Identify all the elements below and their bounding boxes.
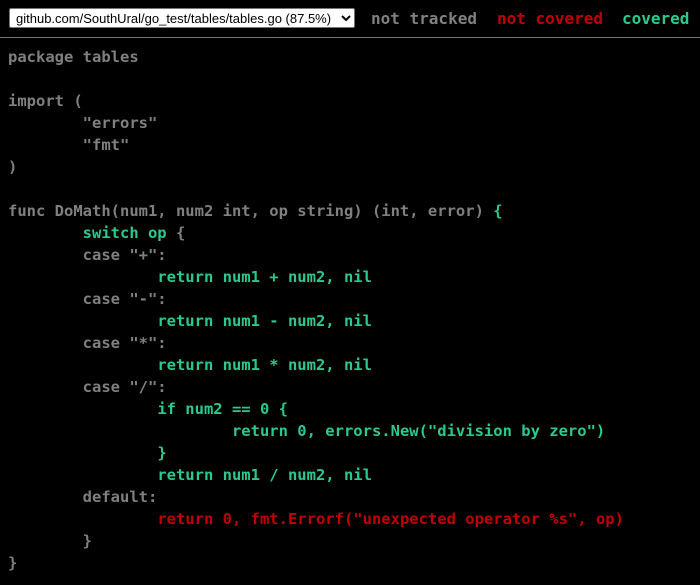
code-segment-plain: } xyxy=(8,532,92,550)
code-line: default: xyxy=(8,486,624,508)
code-segment-plain: "fmt" xyxy=(8,136,130,154)
code-line: return 0, errors.New("division by zero") xyxy=(8,420,624,442)
code-segment-covered: return num1 + num2, nil xyxy=(157,268,372,286)
code-line: case "/": xyxy=(8,376,624,398)
code-line: "errors" xyxy=(8,112,624,134)
code-line: switch op { xyxy=(8,222,624,244)
file-selector-dropdown[interactable]: github.com/SouthUral/go_test/tables/tabl… xyxy=(9,8,355,28)
code-line: return num1 + num2, nil xyxy=(8,266,624,288)
code-line: } xyxy=(8,552,624,574)
source-code-view: package tables ​ import ( "errors" "fmt") ​… xyxy=(8,46,624,574)
code-line: import ( xyxy=(8,90,624,112)
code-line: if num2 == 0 { xyxy=(8,398,624,420)
code-segment-plain xyxy=(8,224,83,242)
code-line: ​ xyxy=(8,68,624,90)
code-segment-plain: package tables xyxy=(8,48,139,66)
code-segment-plain: { xyxy=(166,224,186,242)
code-segment-plain xyxy=(8,510,157,528)
code-segment-plain: "errors" xyxy=(8,114,158,132)
code-line: "fmt" xyxy=(8,134,624,156)
legend-not-tracked: not tracked xyxy=(371,9,477,28)
code-line: package tables xyxy=(8,46,624,68)
code-line: ​ xyxy=(8,178,624,200)
code-segment-plain: import ( xyxy=(8,92,83,110)
legend-covered: covered xyxy=(622,9,690,28)
code-segment-covered: if num2 == 0 { xyxy=(157,400,288,418)
code-segment-plain xyxy=(8,312,157,330)
code-segment-plain: default: xyxy=(8,488,158,506)
code-line: return num1 / num2, nil xyxy=(8,464,624,486)
code-segment-plain: case "+": xyxy=(8,246,167,264)
code-line: return 0, fmt.Errorf("unexpected operato… xyxy=(8,508,624,530)
code-segment-not-covered: return 0, fmt.Errorf("unexpected operato… xyxy=(157,510,624,528)
code-segment-plain: ) xyxy=(8,158,18,176)
code-segment-plain: case "*": xyxy=(8,334,167,352)
code-segment-plain xyxy=(8,444,157,462)
coverage-toolbar: github.com/SouthUral/go_test/tables/tabl… xyxy=(0,0,700,38)
code-segment-covered: { xyxy=(493,202,503,220)
code-line: case "-": xyxy=(8,288,624,310)
code-segment-plain xyxy=(8,268,157,286)
code-line: ) xyxy=(8,156,624,178)
code-segment-plain: case "-": xyxy=(8,290,167,308)
code-line: } xyxy=(8,442,624,464)
code-segment-plain xyxy=(8,356,157,374)
code-segment-plain xyxy=(8,466,157,484)
code-segment-covered: return 0, errors.New("division by zero") xyxy=(231,422,606,440)
code-segment-plain: } xyxy=(8,554,18,572)
code-segment-covered: return num1 * num2, nil xyxy=(157,356,372,374)
code-segment-plain xyxy=(8,400,157,418)
code-segment-plain: case "/": xyxy=(8,378,167,396)
code-line: case "+": xyxy=(8,244,624,266)
code-line: return num1 * num2, nil xyxy=(8,354,624,376)
code-segment-covered: return num1 - num2, nil xyxy=(157,312,372,330)
code-line: func DoMath(num1, num2 int, op string) (… xyxy=(8,200,624,222)
code-segment-covered: } xyxy=(157,444,167,462)
code-segment-covered: switch op xyxy=(82,224,167,242)
code-line: case "*": xyxy=(8,332,624,354)
code-segment-plain: func DoMath(num1, num2 int, op string) (… xyxy=(8,202,494,220)
code-segment-plain xyxy=(8,422,232,440)
legend-not-covered: not covered xyxy=(497,9,603,28)
code-segment-covered: return num1 / num2, nil xyxy=(157,466,372,484)
code-line: } xyxy=(8,530,624,552)
code-line: return num1 - num2, nil xyxy=(8,310,624,332)
